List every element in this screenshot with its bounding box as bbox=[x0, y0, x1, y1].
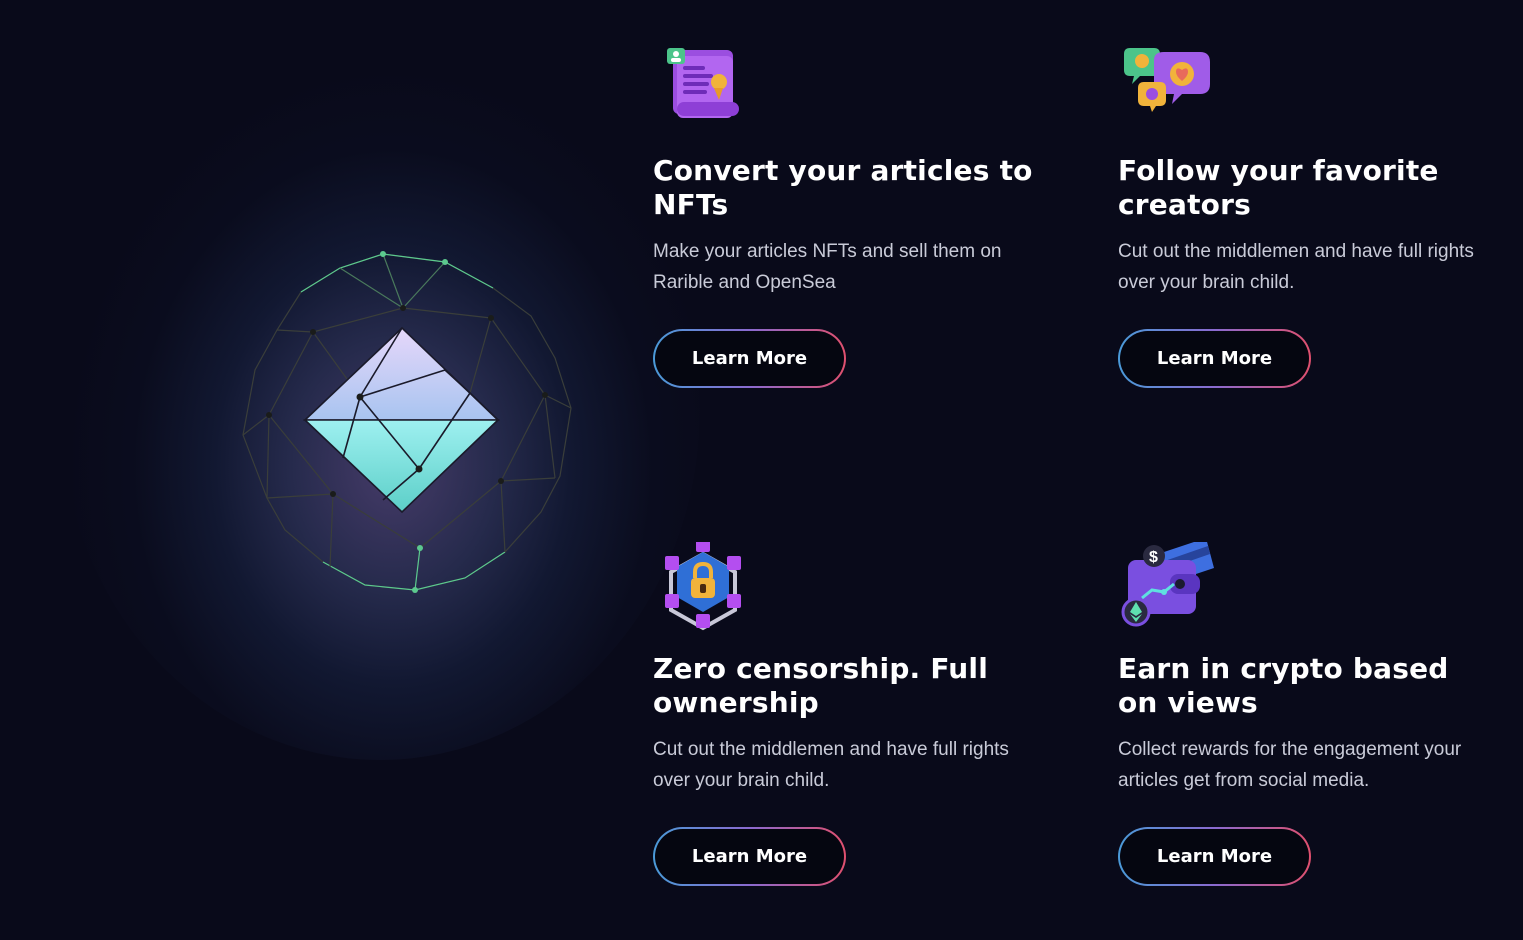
feature-card-nfts: Convert your articles to NFTs Make your … bbox=[653, 44, 1033, 394]
learn-more-button[interactable]: Learn More bbox=[653, 329, 846, 388]
learn-more-button[interactable]: Learn More bbox=[1118, 827, 1311, 886]
chat-bubbles-icon bbox=[1124, 48, 1210, 112]
diamond bbox=[302, 326, 500, 514]
feature-card-creators: Follow your favorite creators Cut out th… bbox=[1118, 44, 1498, 394]
crypto-wallet-icon: $ bbox=[1121, 542, 1214, 627]
certificate-scroll-icon bbox=[667, 48, 739, 118]
feature-description: Make your articles NFTs and sell them on… bbox=[653, 241, 1002, 293]
feature-description: Cut out the middlemen and have full righ… bbox=[653, 739, 1009, 791]
svg-text:$: $ bbox=[1149, 549, 1158, 566]
feature-title: Follow your favorite creators bbox=[1118, 154, 1439, 221]
feature-description: Cut out the middlemen and have full righ… bbox=[1118, 241, 1474, 293]
feature-title: Convert your articles to NFTs bbox=[653, 154, 1033, 221]
padlock-network-icon bbox=[665, 542, 741, 631]
learn-more-button[interactable]: Learn More bbox=[653, 827, 846, 886]
diamond-sphere-illustration bbox=[242, 251, 572, 593]
learn-more-button[interactable]: Learn More bbox=[1118, 329, 1311, 388]
feature-card-ownership: Zero censorship. Full ownership Cut out … bbox=[653, 542, 1033, 892]
feature-card-earn: $ Earn in crypto based on views Collect … bbox=[1118, 542, 1498, 892]
features-section: Convert your articles to NFTs Make your … bbox=[0, 0, 1523, 940]
feature-title: Zero censorship. Full ownership bbox=[653, 652, 989, 719]
feature-description: Collect rewards for the engagement your … bbox=[1118, 739, 1462, 791]
feature-title: Earn in crypto based on views bbox=[1118, 652, 1449, 719]
